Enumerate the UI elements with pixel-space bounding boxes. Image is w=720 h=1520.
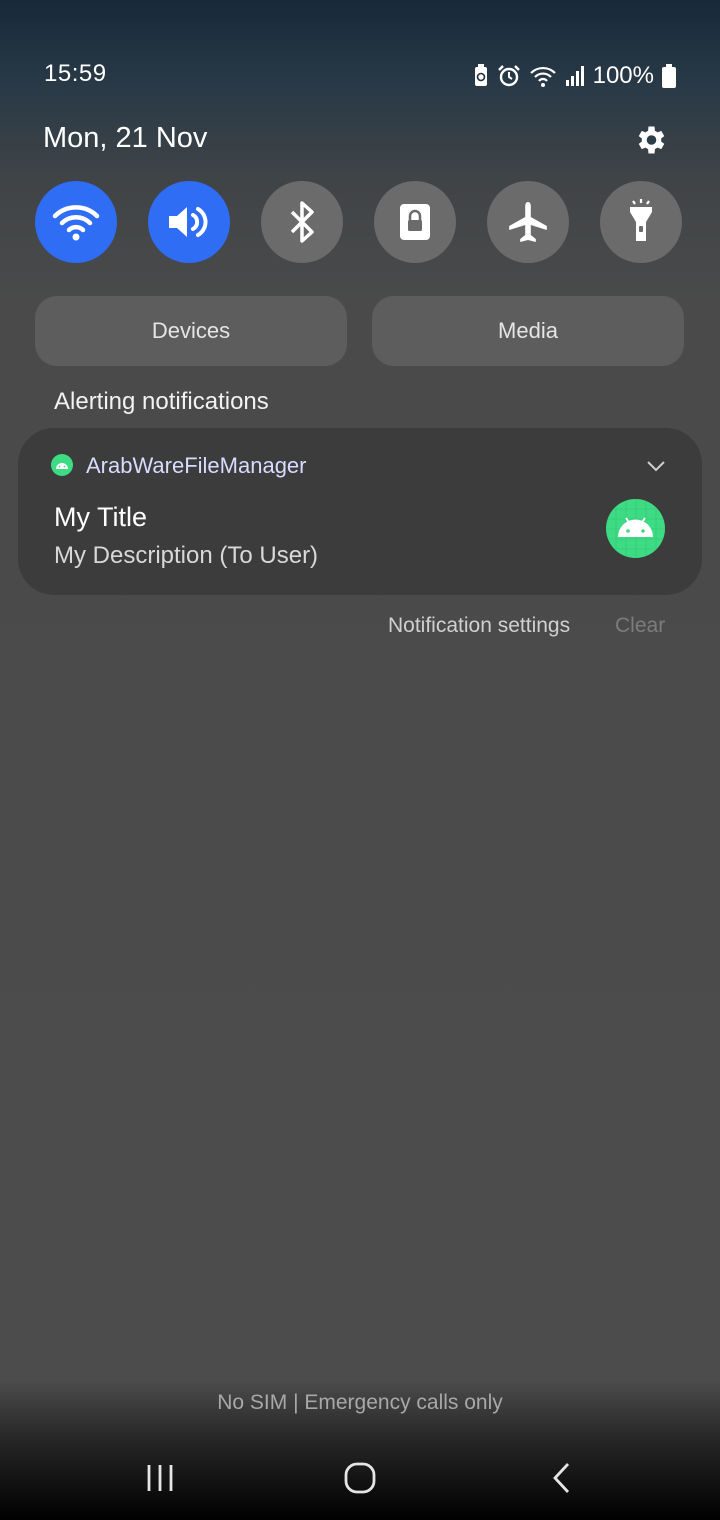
chevron-down-icon[interactable] — [645, 458, 667, 474]
status-icons: 100% — [473, 60, 676, 92]
status-time: 15:59 — [44, 60, 107, 87]
notification-title: My Title — [54, 502, 148, 532]
wifi-signal-icon — [529, 66, 556, 87]
recents-icon — [147, 1465, 173, 1491]
flashlight-icon — [630, 199, 652, 241]
date-label: Mon, 21 Nov — [43, 122, 208, 154]
back-icon — [553, 1463, 570, 1493]
battery-icon — [662, 64, 676, 88]
battery-saver-icon — [474, 64, 487, 86]
wifi-icon — [52, 205, 100, 241]
battery-percent: 100% — [592, 62, 654, 89]
bluetooth-toggle[interactable] — [261, 181, 343, 263]
airplane-icon — [509, 202, 547, 242]
carrier-status: No SIM | Emergency calls only — [217, 1391, 503, 1414]
notification-description: My Description (To User) — [54, 542, 319, 569]
lock-icon — [400, 204, 430, 240]
recents-button[interactable] — [130, 1456, 190, 1500]
bluetooth-icon — [290, 201, 314, 243]
cell-signal-icon — [565, 66, 584, 86]
notification-settings-button[interactable]: Notification settings — [388, 614, 570, 638]
volume-icon — [169, 207, 208, 237]
media-button[interactable]: Media — [372, 296, 684, 366]
flashlight-toggle[interactable] — [600, 181, 682, 263]
alerting-notifications-header: Alerting notifications — [54, 388, 269, 415]
airplane-toggle[interactable] — [487, 181, 569, 263]
app-android-icon — [51, 454, 73, 476]
clear-button[interactable]: Clear — [615, 614, 665, 638]
rotate-lock-toggle[interactable] — [374, 181, 456, 263]
devices-button[interactable]: Devices — [35, 296, 347, 366]
wifi-toggle[interactable] — [35, 181, 117, 263]
alarm-icon — [497, 65, 520, 87]
back-button[interactable] — [532, 1456, 592, 1500]
sound-toggle[interactable] — [148, 181, 230, 263]
gear-icon[interactable] — [632, 122, 668, 158]
home-button[interactable] — [330, 1456, 390, 1500]
android-icon — [606, 499, 665, 558]
home-icon — [344, 1462, 376, 1494]
notification-app-name: ArabWareFileManager — [86, 453, 307, 478]
